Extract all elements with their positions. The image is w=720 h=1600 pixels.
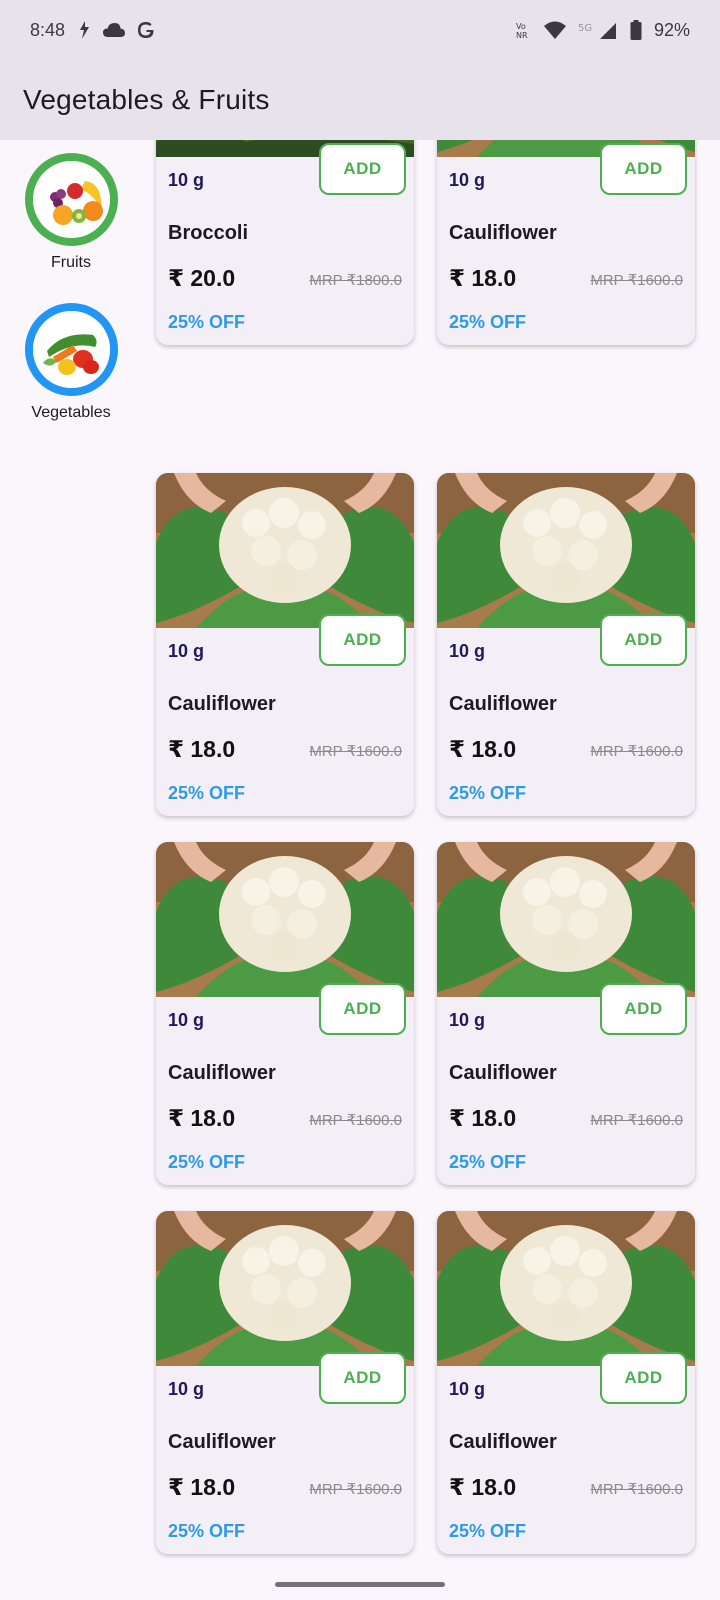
svg-text:NR: NR	[516, 31, 528, 39]
product-card[interactable]: ADD 10 g Cauliflower ₹ 18.0 MRP ₹1600.0 …	[437, 140, 695, 345]
product-discount: 25% OFF	[449, 1521, 527, 1541]
add-button[interactable]: ADD	[600, 1352, 687, 1404]
product-discount: 25% OFF	[449, 783, 527, 803]
cauliflower-image	[156, 842, 414, 997]
product-weight: 10 g	[449, 641, 486, 661]
product-image[interactable]	[437, 842, 695, 997]
category-fruits-label: Fruits	[51, 254, 91, 271]
cauliflower-image	[156, 473, 414, 628]
product-card[interactable]: ADD 10 g Cauliflower ₹ 18.0 MRP ₹1600.0 …	[156, 473, 414, 816]
cauliflower-image	[437, 473, 695, 628]
product-card[interactable]: ADD 10 g Cauliflower ₹ 18.0 MRP ₹1600.0 …	[437, 842, 695, 1185]
product-mrp: MRP ₹1600.0	[309, 1112, 402, 1129]
product-discount: 25% OFF	[449, 1152, 527, 1172]
product-weight: 10 g	[168, 1379, 205, 1399]
add-button[interactable]: ADD	[600, 143, 687, 195]
battery-level: 92%	[653, 19, 690, 40]
svg-text:Vo: Vo	[516, 22, 526, 31]
category-vegetables-label: Vegetables	[31, 404, 111, 421]
signal-icon: 5G	[578, 21, 618, 39]
product-card[interactable]: ADD 10 g Cauliflower ₹ 18.0 MRP ₹1600.0 …	[156, 1211, 414, 1554]
product-mrp: MRP ₹1600.0	[309, 743, 402, 760]
product-price: ₹ 18.0	[168, 1105, 236, 1131]
add-button[interactable]: ADD	[319, 143, 406, 195]
product-image[interactable]	[156, 842, 414, 997]
add-button[interactable]: ADD	[319, 983, 406, 1035]
product-weight: 10 g	[449, 1010, 486, 1030]
svg-text:5G: 5G	[578, 23, 592, 34]
fruits-icon	[32, 161, 110, 238]
product-card[interactable]: ADD 10 g Cauliflower ₹ 18.0 MRP ₹1600.0 …	[156, 842, 414, 1185]
product-price: ₹ 18.0	[168, 736, 236, 762]
cauliflower-image	[437, 842, 695, 997]
product-weight: 10 g	[168, 641, 205, 661]
app-bar: Vegetables & Fruits	[0, 60, 720, 140]
category-vegetables[interactable]: Vegetables	[0, 303, 142, 422]
product-weight: 10 g	[449, 1379, 486, 1399]
product-image[interactable]	[437, 473, 695, 628]
status-bar: 8:48 Vo NR 5G 92%	[0, 0, 720, 60]
activity-icon	[77, 21, 91, 39]
product-weight: 10 g	[168, 1010, 205, 1030]
home-indicator[interactable]	[275, 1582, 445, 1587]
category-fruits-image[interactable]	[24, 153, 118, 246]
product-name: Cauliflower	[168, 693, 276, 715]
cauliflower-image	[437, 1211, 695, 1366]
add-button[interactable]: ADD	[319, 1352, 406, 1404]
product-name: Cauliflower	[449, 1431, 557, 1453]
product-name: Cauliflower	[168, 1062, 276, 1084]
wifi-icon	[543, 21, 566, 39]
product-discount: 25% OFF	[168, 312, 246, 332]
product-price: ₹ 20.0	[168, 265, 236, 291]
status-time: 8:48	[30, 19, 66, 40]
product-name: Cauliflower	[449, 222, 557, 244]
product-discount: 25% OFF	[168, 783, 246, 803]
product-price: ₹ 18.0	[449, 265, 517, 291]
product-price: ₹ 18.0	[449, 1474, 517, 1500]
volte-icon: Vo NR	[516, 21, 532, 39]
product-discount: 25% OFF	[449, 312, 527, 332]
cloud-icon	[103, 23, 126, 37]
add-button[interactable]: ADD	[600, 983, 687, 1035]
google-icon	[137, 21, 155, 39]
product-card[interactable]: ADD 10 g Cauliflower ₹ 18.0 MRP ₹1600.0 …	[437, 473, 695, 816]
product-mrp: MRP ₹1600.0	[590, 1112, 683, 1129]
category-sidebar: Fruits Vegetables	[0, 140, 142, 1600]
status-left: 8:48	[30, 20, 155, 41]
product-card[interactable]: ADD 10 g Broccoli ₹ 20.0 MRP ₹1800.0 25%…	[156, 140, 414, 345]
product-card[interactable]: ADD 10 g Cauliflower ₹ 18.0 MRP ₹1600.0 …	[437, 1211, 695, 1554]
cauliflower-image	[156, 1211, 414, 1366]
product-grid: ADD 10 g Broccoli ₹ 20.0 MRP ₹1800.0 25%…	[142, 140, 720, 1600]
battery-icon	[630, 20, 642, 40]
add-button[interactable]: ADD	[319, 614, 406, 666]
product-mrp: MRP ₹1600.0	[309, 1481, 402, 1498]
product-discount: 25% OFF	[168, 1152, 246, 1172]
add-button[interactable]: ADD	[600, 614, 687, 666]
product-mrp: MRP ₹1600.0	[590, 272, 683, 289]
product-mrp: MRP ₹1600.0	[590, 743, 683, 760]
product-price: ₹ 18.0	[449, 1105, 517, 1131]
product-image[interactable]	[156, 473, 414, 628]
product-weight: 10 g	[449, 170, 486, 190]
product-name: Cauliflower	[449, 693, 557, 715]
product-name: Cauliflower	[449, 1062, 557, 1084]
category-vegetables-image[interactable]	[24, 303, 118, 396]
page-title: Vegetables & Fruits	[23, 84, 270, 115]
product-name: Cauliflower	[168, 1431, 276, 1453]
product-price: ₹ 18.0	[449, 736, 517, 762]
product-mrp: MRP ₹1800.0	[309, 272, 402, 289]
product-price: ₹ 18.0	[168, 1474, 236, 1500]
product-image[interactable]	[156, 1211, 414, 1366]
product-mrp: MRP ₹1600.0	[590, 1481, 683, 1498]
status-right: Vo NR 5G 92%	[516, 20, 690, 41]
product-weight: 10 g	[168, 170, 205, 190]
product-image[interactable]	[437, 1211, 695, 1366]
product-discount: 25% OFF	[168, 1521, 246, 1541]
vegetables-icon	[32, 311, 110, 388]
product-name: Broccoli	[168, 222, 249, 244]
category-fruits[interactable]: Fruits	[0, 153, 142, 272]
